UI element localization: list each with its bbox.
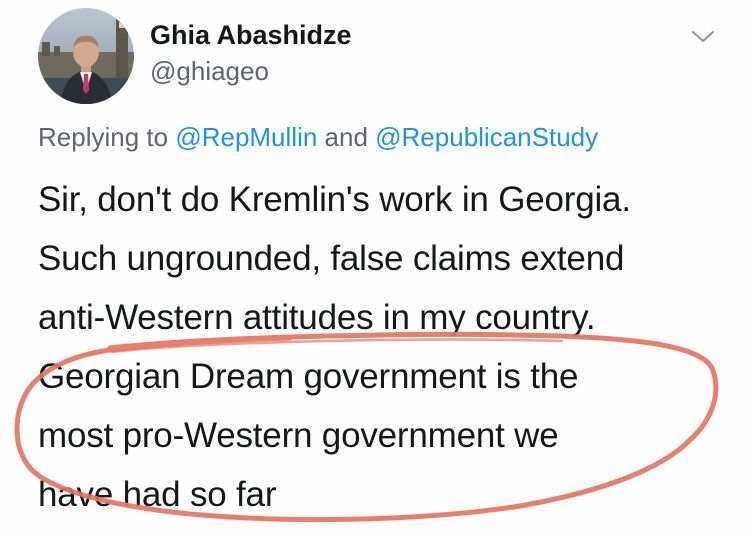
tweet-text: Sir, don't do Kremlin's work in Georgia.… — [38, 170, 738, 524]
reply-joiner: and — [317, 122, 376, 152]
replying-to-label: Replying to — [38, 122, 176, 152]
tweet-text-line-6: have had so far — [38, 475, 277, 514]
tweet-text-line-4: Georgian Dream government is the — [38, 357, 579, 396]
mention-repmullin-link[interactable]: @RepMullin — [175, 122, 317, 152]
tweet-text-line-3: anti-Western attitudes in my country. — [38, 298, 596, 337]
mention-republicanstudy-link[interactable]: @RepublicanStudy — [375, 122, 598, 152]
chevron-down-icon[interactable] — [690, 26, 716, 46]
tweet-text-line-2: Such ungrounded, false claims extend — [38, 239, 625, 278]
avatar[interactable] — [38, 8, 134, 104]
replying-to-line: Replying to @RepMullin and @RepublicanSt… — [38, 121, 598, 153]
user-handle[interactable]: @ghiageo — [150, 55, 269, 87]
display-name[interactable]: Ghia Abashidze — [150, 19, 352, 51]
tweet-text-line-1: Sir, don't do Kremlin's work in Georgia. — [38, 180, 631, 219]
tweet-text-line-5: most pro-Western government we — [38, 416, 559, 455]
tweet-card: Ghia Abashidze @ghiageo Replying to @Rep… — [0, 0, 750, 537]
profile-photo-icon — [38, 8, 134, 104]
